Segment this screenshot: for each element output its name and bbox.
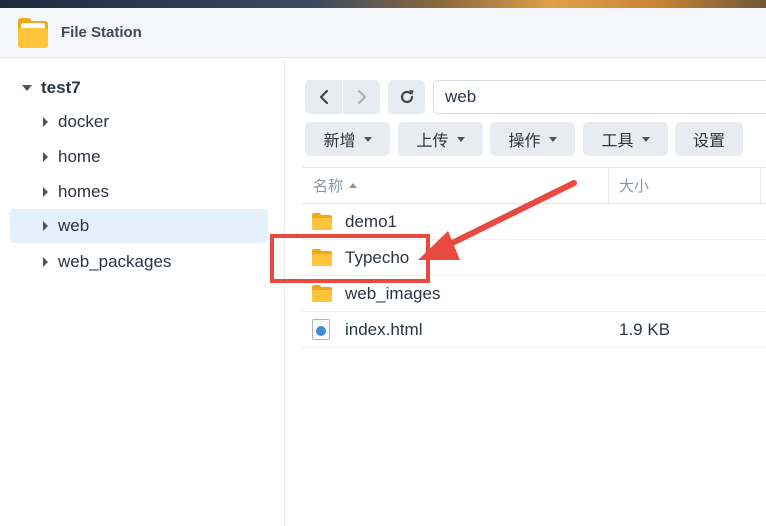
settings-label: 设置 bbox=[692, 133, 725, 150]
column-size-label: 大小 bbox=[619, 178, 650, 195]
tree-item-home[interactable]: home bbox=[10, 140, 268, 174]
path-input[interactable]: web bbox=[433, 80, 766, 114]
file-name: Typecho bbox=[345, 247, 410, 267]
forward-button[interactable] bbox=[343, 80, 380, 114]
caret-right-icon[interactable] bbox=[43, 187, 48, 197]
caret-right-icon[interactable] bbox=[43, 152, 48, 162]
folder-icon bbox=[312, 249, 332, 266]
caret-down-icon bbox=[363, 136, 372, 142]
tools-button[interactable]: 工具 bbox=[583, 122, 668, 156]
tree-item-web-packages[interactable]: web_packages bbox=[10, 245, 268, 279]
action-label: 操作 bbox=[508, 133, 541, 150]
table-row[interactable]: Typecho bbox=[302, 240, 766, 276]
create-button[interactable]: 新增 bbox=[305, 122, 390, 156]
refresh-button[interactable] bbox=[388, 80, 425, 114]
column-divider[interactable] bbox=[608, 168, 609, 203]
window-titlebar: File Station bbox=[0, 8, 766, 58]
caret-right-icon[interactable] bbox=[43, 257, 48, 267]
table-row[interactable]: web_images bbox=[302, 276, 766, 312]
file-name: demo1 bbox=[345, 211, 397, 231]
table-header: 名称 大小 bbox=[302, 167, 766, 204]
folder-tree-sidebar: test7 docker home homes web web_packages bbox=[0, 59, 285, 526]
file-name: index.html bbox=[345, 319, 423, 339]
tree-root-test7[interactable]: test7 bbox=[22, 77, 81, 99]
upload-button[interactable]: 上传 bbox=[398, 122, 483, 156]
settings-button[interactable]: 设置 bbox=[675, 122, 743, 156]
caret-down-icon[interactable] bbox=[22, 85, 32, 91]
tree-item-label: docker bbox=[58, 112, 110, 131]
create-label: 新增 bbox=[323, 133, 356, 150]
tree-item-homes[interactable]: homes bbox=[10, 175, 268, 209]
tree-root-label: test7 bbox=[41, 78, 81, 97]
chevron-left-icon bbox=[319, 89, 328, 105]
tree-item-label: web bbox=[58, 216, 90, 235]
column-header-name[interactable]: 名称 bbox=[313, 168, 358, 203]
table-row[interactable]: index.html 1.9 KB bbox=[302, 312, 766, 348]
file-size: 1.9 KB bbox=[619, 319, 671, 339]
caret-down-icon bbox=[456, 136, 465, 142]
folder-icon bbox=[312, 213, 332, 230]
table-row[interactable]: demo1 bbox=[302, 204, 766, 240]
chevron-right-icon bbox=[357, 89, 366, 105]
html-file-icon bbox=[312, 319, 330, 340]
caret-right-icon[interactable] bbox=[43, 117, 48, 127]
file-list-pane: web 新增 上传 操作 工具 设置 名称 大小 demo1 Typecho w… bbox=[286, 59, 766, 526]
column-header-size[interactable]: 大小 bbox=[619, 168, 649, 203]
column-divider[interactable] bbox=[760, 168, 761, 203]
file-station-icon bbox=[18, 17, 48, 48]
tree-item-label: homes bbox=[58, 182, 110, 201]
caret-down-icon bbox=[641, 136, 650, 142]
sort-ascending-icon bbox=[349, 183, 358, 188]
upload-label: 上传 bbox=[416, 133, 449, 150]
caret-right-icon[interactable] bbox=[43, 221, 48, 231]
caret-down-icon bbox=[548, 136, 557, 142]
folder-icon bbox=[312, 285, 332, 302]
tree-item-label: home bbox=[58, 147, 101, 166]
column-name-label: 名称 bbox=[313, 178, 344, 195]
tree-item-docker[interactable]: docker bbox=[10, 105, 268, 139]
tree-item-label: web_packages bbox=[58, 252, 172, 271]
back-button[interactable] bbox=[305, 80, 342, 114]
path-text: web bbox=[445, 87, 477, 106]
desktop-wallpaper-strip bbox=[0, 0, 766, 8]
tree-item-web[interactable]: web bbox=[10, 209, 268, 243]
refresh-icon bbox=[400, 90, 413, 104]
action-button[interactable]: 操作 bbox=[490, 122, 575, 156]
app-title: File Station bbox=[61, 24, 142, 41]
tools-label: 工具 bbox=[601, 133, 634, 150]
file-name: web_images bbox=[345, 283, 441, 303]
